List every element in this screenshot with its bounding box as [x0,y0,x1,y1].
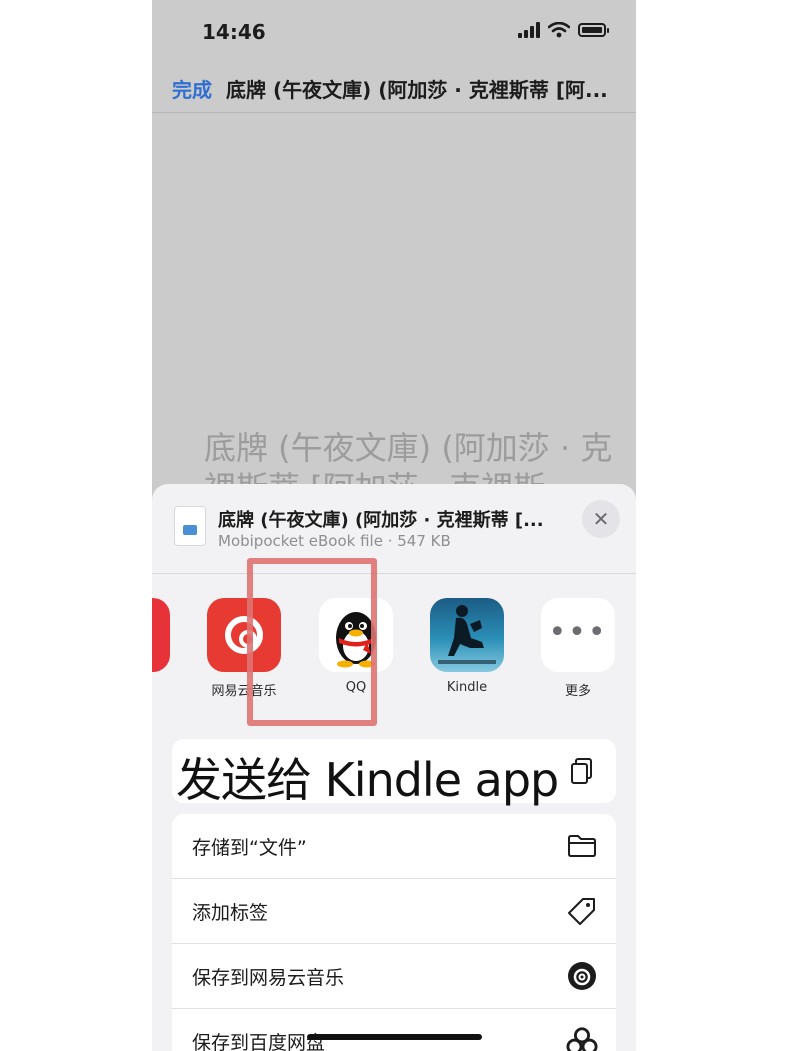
partial-app-icon[interactable] [152,598,170,672]
file-icon [174,506,206,546]
home-indicator [307,1034,482,1040]
action-label: 添加标签 [192,902,269,924]
action-add-tag[interactable]: 添加标签 [172,879,616,944]
status-time: 14:46 [202,20,266,44]
share-app-kindle[interactable]: Kindle [427,598,507,695]
signal-icon [518,22,540,38]
done-button[interactable]: 完成 [172,74,212,103]
action-list: 存储到“文件” 添加标签 保存到网易云音乐 保存到百度网盘 [172,814,616,1051]
folder-icon [566,830,598,862]
annotation-caption: 发送给 Kindle app [176,753,559,807]
share-app-more[interactable]: ••• 更多 [538,598,618,699]
action-label: 保存到百度网盘 [192,1032,326,1051]
close-icon: ✕ [592,507,610,531]
status-icons [518,22,609,38]
file-name: 底牌 (午夜文庫) (阿加莎 · 克裡斯蒂 [... [218,510,544,531]
action-save-to-baidu[interactable]: 保存到百度网盘 [172,1009,616,1051]
share-app-row: 网易云音乐 QQ Kindle ••• 更多 [152,598,636,708]
phone-screen: 14:46 完成 底牌 (午夜文庫) (阿加莎 · 克裡斯蒂 [阿... 底牌 … [152,0,636,1051]
netease-music-icon [566,960,598,992]
app-label: 更多 [564,684,591,699]
app-label: Kindle [446,680,488,695]
tag-icon [566,895,598,927]
wifi-icon [548,22,570,38]
more-dots-icon: ••• [541,598,615,672]
action-save-to-netease[interactable]: 保存到网易云音乐 [172,944,616,1009]
status-bar: 14:46 [152,0,636,62]
nav-bar: 完成 底牌 (午夜文庫) (阿加莎 · 克裡斯蒂 [阿... [152,62,636,113]
kindle-reader-icon [430,598,504,672]
share-sheet-header: 底牌 (午夜文庫) (阿加莎 · 克裡斯蒂 [... Mobipocket eB… [152,484,636,574]
action-save-to-files[interactable]: 存储到“文件” [172,814,616,879]
baidu-netdisk-icon [566,1025,598,1051]
file-meta: Mobipocket eBook file · 547 KB [218,532,451,550]
action-label: 保存到网易云音乐 [192,967,345,989]
battery-icon [578,23,609,37]
kindle-highlight-box [247,558,377,726]
nav-title: 底牌 (午夜文庫) (阿加莎 · 克裡斯蒂 [阿... [226,78,608,102]
close-button[interactable]: ✕ [582,500,620,538]
action-label: 存储到“文件” [192,837,307,859]
copy-icon [566,755,598,787]
